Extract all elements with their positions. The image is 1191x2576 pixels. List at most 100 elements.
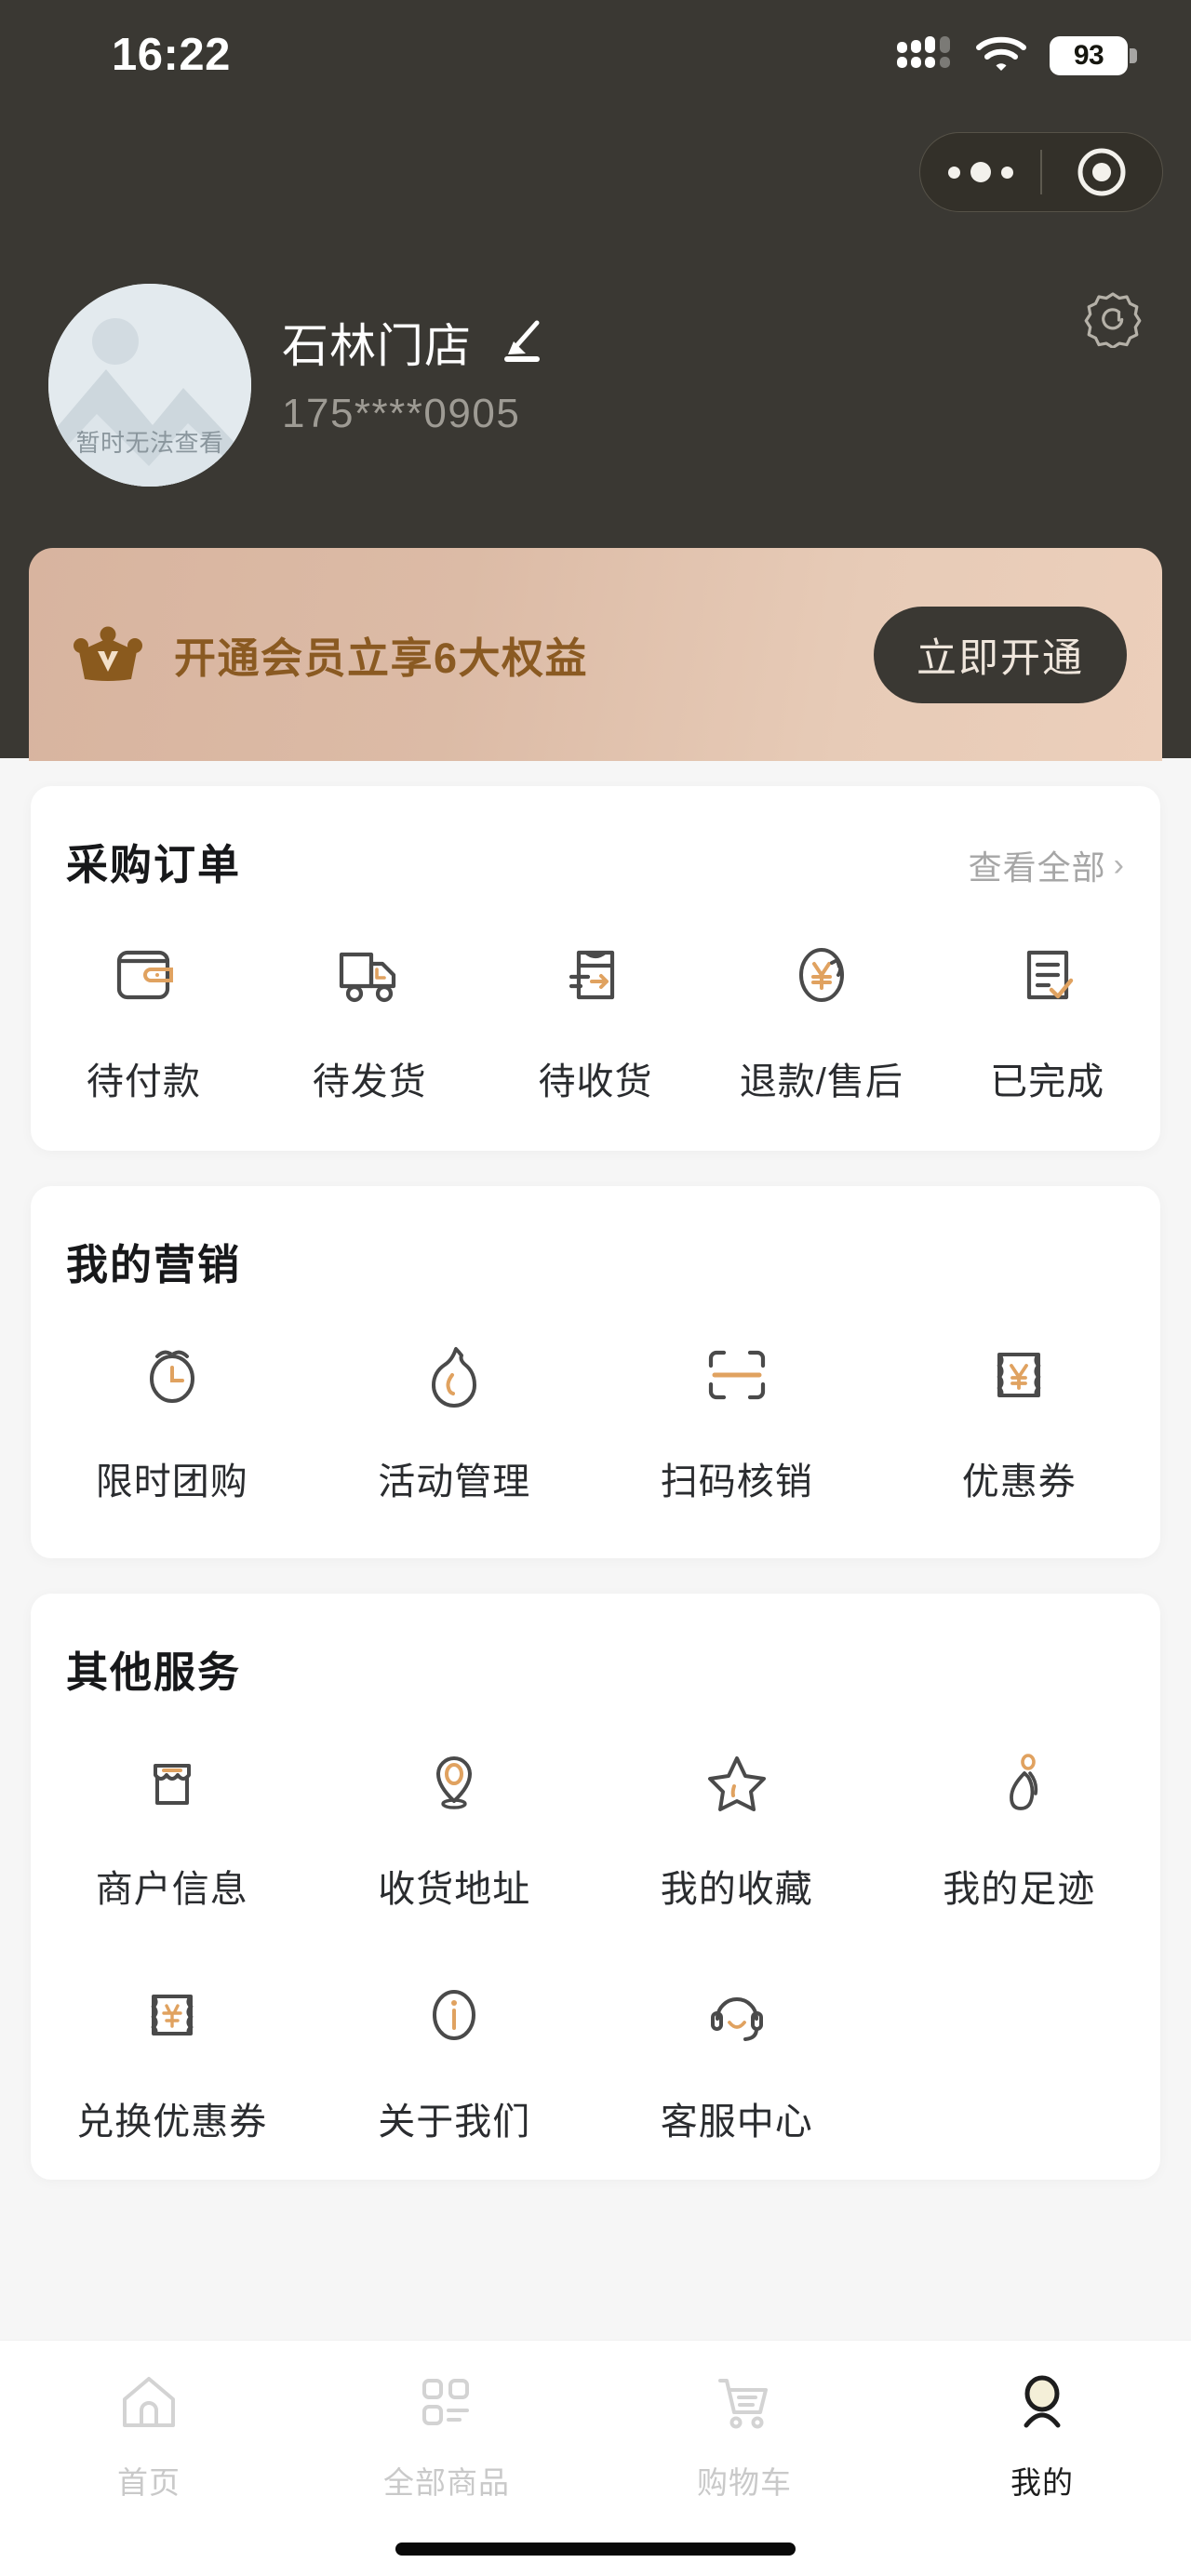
scan-frame-icon (700, 1332, 774, 1418)
tab-label: 我的 (1010, 2465, 1074, 2500)
service-item-label: 兑换优惠券 (76, 2102, 268, 2142)
marketing-item-label: 扫码核销 (660, 1462, 813, 1502)
tab-profile[interactable]: 我的 (893, 2363, 1191, 2503)
app-screen: 16:22 93 暂时无法查看 石林门店 175****0905 开通会员立享6… (0, 0, 1191, 2576)
marketing-item-group-buy[interactable]: 限时团购 (31, 1332, 314, 1505)
other-title: 其他服务 (66, 1648, 242, 1696)
order-item-label: 已完成 (990, 1061, 1105, 1102)
view-all-orders-link[interactable]: 查看全部 › (969, 841, 1125, 889)
pencil-edit-icon[interactable] (496, 315, 546, 370)
activate-member-button[interactable]: 立即开通 (874, 606, 1127, 703)
crown-icon (70, 614, 146, 695)
person-icon (1009, 2363, 1076, 2443)
order-item-label: 待付款 (86, 1061, 201, 1102)
orders-card-header: 采购订单 查看全部 › (31, 786, 1160, 891)
more-dots-icon[interactable] (920, 162, 1040, 182)
purchase-orders-card: 采购订单 查看全部 › 待付款 待发货 待收货 退款/售后 已完成 (31, 786, 1160, 1151)
service-item-customer-service[interactable]: 客服中心 (596, 1972, 878, 2145)
home-icon (115, 2363, 182, 2443)
marketing-card-header: 我的营销 (31, 1186, 1160, 1291)
marketing-grid: 限时团购 活动管理 扫码核销 优惠券 (31, 1291, 1160, 1505)
redeem-ticket-icon (135, 1972, 209, 2058)
alarm-clock-icon (135, 1332, 209, 1418)
coupon-yen-icon (982, 1332, 1056, 1418)
profile-phone: 175****0905 (282, 391, 521, 436)
service-item-favorites[interactable]: 我的收藏 (596, 1740, 878, 1913)
order-item-label: 待发货 (312, 1061, 427, 1102)
service-item-placeholder (878, 1972, 1161, 2145)
wifi-icon (975, 34, 1027, 78)
status-bar-clock: 16:22 (112, 30, 231, 80)
service-item-merchant-info[interactable]: 商户信息 (31, 1740, 314, 1913)
gear-icon[interactable] (1083, 288, 1143, 353)
marketing-item-label: 活动管理 (378, 1462, 531, 1502)
marketing-card: 我的营销 限时团购 活动管理 扫码核销 优惠券 (31, 1186, 1160, 1558)
info-circle-icon (417, 1972, 491, 2058)
avatar[interactable]: 暂时无法查看 (48, 284, 251, 487)
service-item-label: 我的收藏 (660, 1869, 813, 1910)
marketing-item-scan-verify[interactable]: 扫码核销 (596, 1332, 878, 1505)
storefront-icon (135, 1740, 209, 1825)
order-item-pending-receipt[interactable]: 待收货 (483, 932, 709, 1105)
status-bar-indicators: 93 (897, 34, 1137, 78)
avatar-note: 暂时无法查看 (75, 429, 224, 457)
service-item-label: 关于我们 (378, 2102, 531, 2142)
star-icon (700, 1740, 774, 1825)
marketing-title: 我的营销 (66, 1241, 242, 1288)
bottom-tab-bar: 首页 全部商品 购物车 我的 (0, 2340, 1191, 2576)
other-grid-row2: 兑换优惠券 关于我们 客服中心 (31, 1913, 1160, 2145)
view-all-label: 查看全部 (968, 848, 1106, 887)
marketing-item-label: 优惠券 (961, 1462, 1077, 1502)
order-item-pending-shipment[interactable]: 待发货 (257, 932, 483, 1105)
marketing-item-coupon[interactable]: 优惠券 (878, 1332, 1161, 1505)
target-circle-icon[interactable] (1042, 146, 1162, 198)
order-item-label: 待收货 (538, 1061, 653, 1102)
wallet-icon (106, 932, 181, 1018)
member-banner[interactable]: 开通会员立享6大权益 立即开通 (29, 548, 1162, 761)
refund-yen-icon (784, 932, 859, 1018)
profile-name: 石林门店 (282, 320, 472, 372)
tab-all-products[interactable]: 全部商品 (298, 2363, 596, 2503)
other-services-card: 其他服务 商户信息 收货地址 我的收藏 我的足迹 兑换优惠券 关于我们 客服中心 (31, 1594, 1160, 2180)
service-item-label: 商户信息 (95, 1869, 248, 1910)
headset-icon (700, 1972, 774, 2058)
service-item-about-us[interactable]: 关于我们 (314, 1972, 596, 2145)
signal-bars-icon (897, 36, 953, 75)
tab-cart[interactable]: 购物车 (596, 2363, 893, 2503)
marketing-item-activity[interactable]: 活动管理 (314, 1332, 596, 1505)
other-grid-row1: 商户信息 收货地址 我的收藏 我的足迹 (31, 1699, 1160, 1913)
footprint-icon (982, 1740, 1056, 1825)
battery-icon: 93 (1050, 36, 1137, 75)
flame-icon (417, 1332, 491, 1418)
location-pin-icon (417, 1740, 491, 1825)
order-item-label: 退款/售后 (739, 1061, 903, 1102)
marketing-item-label: 限时团购 (95, 1462, 248, 1502)
tab-label: 全部商品 (383, 2465, 510, 2500)
service-item-label: 收货地址 (378, 1869, 531, 1910)
profile-name-row: 石林门店 (282, 309, 546, 376)
service-item-label: 我的足迹 (943, 1869, 1096, 1910)
miniprogram-capsule[interactable] (919, 132, 1163, 212)
checklist-icon (1010, 932, 1085, 1018)
service-item-redeem-coupon[interactable]: 兑换优惠券 (31, 1972, 314, 2145)
chevron-right-icon: › (1113, 848, 1125, 883)
order-item-pending-payment[interactable]: 待付款 (31, 932, 257, 1105)
orders-grid: 待付款 待发货 待收货 退款/售后 已完成 (31, 891, 1160, 1105)
page-title: 采购订单 (66, 841, 242, 888)
service-item-footprint[interactable]: 我的足迹 (878, 1740, 1161, 1913)
package-arrow-icon (558, 932, 633, 1018)
service-item-address[interactable]: 收货地址 (314, 1740, 596, 1913)
other-card-header: 其他服务 (31, 1594, 1160, 1699)
tab-home[interactable]: 首页 (0, 2363, 298, 2503)
battery-level: 93 (1050, 36, 1128, 75)
home-indicator (395, 2543, 796, 2556)
grid-icon (413, 2363, 480, 2443)
cart-icon (711, 2363, 778, 2443)
service-item-label: 客服中心 (660, 2102, 813, 2142)
tab-label: 首页 (117, 2465, 181, 2500)
profile-block: 暂时无法查看 石林门店 175****0905 (0, 284, 1191, 488)
member-banner-text: 开通会员立享6大权益 (174, 634, 589, 682)
truck-icon (332, 932, 407, 1018)
order-item-refund[interactable]: 退款/售后 (708, 932, 934, 1105)
order-item-completed[interactable]: 已完成 (934, 932, 1160, 1105)
